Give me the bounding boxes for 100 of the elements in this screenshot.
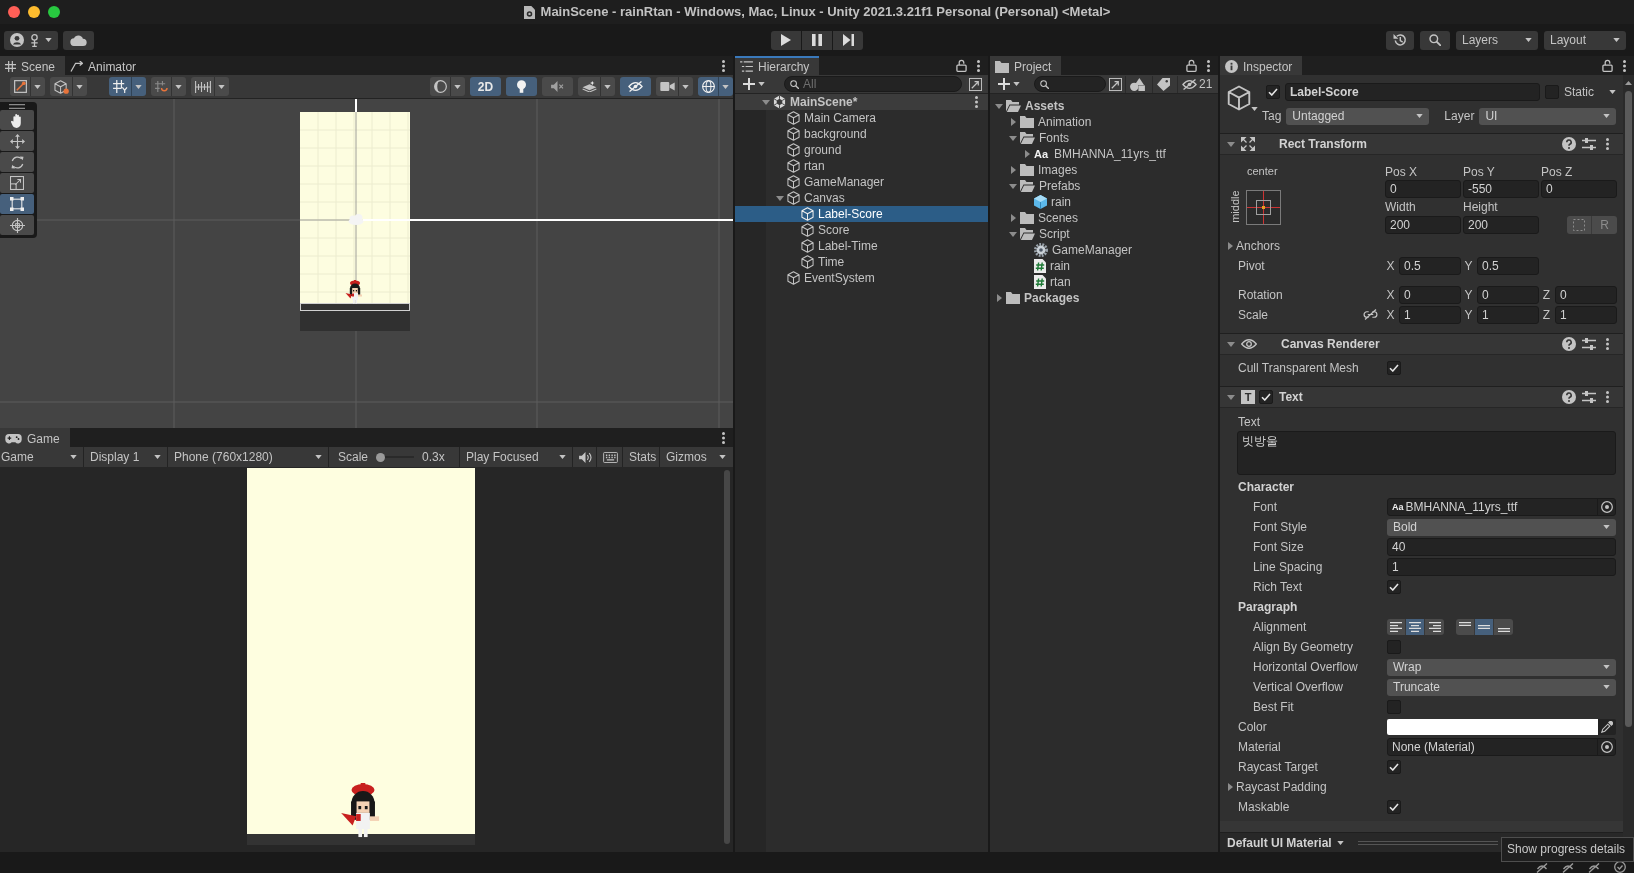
close-button[interactable]	[8, 6, 20, 18]
tree-item[interactable]: Canvas	[735, 190, 988, 206]
lighting-toggle[interactable]	[506, 77, 537, 96]
sliders-icon[interactable]	[1582, 337, 1596, 351]
tree-item[interactable]: Images	[990, 162, 1218, 178]
grid-button[interactable]	[191, 77, 229, 96]
tree-item[interactable]: GameManager	[990, 242, 1218, 258]
down-triangle-icon[interactable]	[762, 99, 770, 105]
panel-tab[interactable]: Game	[0, 428, 70, 447]
help-icon[interactable]	[1562, 137, 1576, 151]
name-field[interactable]: Label-Score	[1285, 83, 1540, 101]
color-swatch[interactable]	[1387, 719, 1598, 735]
tree-item[interactable]: Scenes	[990, 210, 1218, 226]
tree-item[interactable]: ground	[735, 142, 988, 158]
more-options-icon[interactable]	[1623, 59, 1626, 72]
grip-icon[interactable]	[9, 104, 25, 109]
number-field[interactable]: 0	[1541, 180, 1617, 198]
down-triangle-icon[interactable]	[776, 195, 784, 201]
sliders-icon[interactable]	[1582, 137, 1596, 151]
align-button[interactable]	[1387, 619, 1406, 635]
dropdown[interactable]: Truncate	[1387, 678, 1616, 696]
visibility-toggle[interactable]	[620, 77, 651, 96]
number-field[interactable]: 200	[1463, 216, 1539, 234]
tree-item[interactable]: MainScene*	[735, 94, 988, 110]
more-options-icon[interactable]	[1606, 338, 1609, 350]
more-options-icon[interactable]	[1606, 138, 1609, 150]
view-2d-toggle[interactable]: 2D	[470, 77, 501, 96]
effects-button[interactable]	[578, 77, 615, 96]
gizmos-button[interactable]	[698, 77, 733, 96]
scrollbar-thumb[interactable]	[1625, 91, 1632, 727]
tree-item[interactable]: Score	[735, 222, 988, 238]
number-field[interactable]: 40	[1387, 538, 1616, 556]
panel-tab[interactable]: Inspector	[1220, 56, 1303, 75]
search-field[interactable]: All	[784, 76, 963, 92]
tree-item[interactable]: rtan	[735, 158, 988, 174]
right-triangle-icon[interactable]	[1010, 214, 1016, 222]
scroll-up-icon[interactable]	[1625, 81, 1632, 85]
draw-mode-button[interactable]	[10, 77, 45, 96]
lock-icon[interactable]	[1186, 59, 1197, 72]
rotate-tool-button[interactable]	[0, 152, 34, 172]
tree-item[interactable]: Packages	[990, 290, 1218, 306]
shading-button[interactable]	[50, 77, 87, 96]
right-triangle-icon[interactable]	[1228, 242, 1233, 250]
checkbox[interactable]	[1387, 800, 1401, 814]
zoom-button[interactable]	[48, 6, 60, 18]
slashed-icon[interactable]	[1588, 863, 1600, 873]
tree-item[interactable]: rain	[990, 194, 1218, 210]
align-button[interactable]	[1494, 619, 1513, 635]
down-triangle-icon[interactable]	[1009, 183, 1017, 189]
cloud-button[interactable]	[63, 30, 94, 50]
tree-item[interactable]: Fonts	[990, 130, 1218, 146]
more-options-icon[interactable]	[977, 59, 980, 72]
tree-item[interactable]: Prefabs	[990, 178, 1218, 194]
sliders-icon[interactable]	[1582, 390, 1596, 404]
search-field[interactable]	[1034, 76, 1106, 92]
scale-tool-button[interactable]	[0, 173, 34, 193]
number-field[interactable]: 0.5	[1399, 257, 1461, 275]
hidden-packages-button[interactable]: 21	[1177, 75, 1217, 93]
tree-item[interactable]: Script	[990, 226, 1218, 242]
move-tool-button[interactable]	[0, 131, 34, 151]
down-triangle-icon[interactable]	[1227, 141, 1235, 147]
down-triangle-icon[interactable]	[1009, 231, 1017, 237]
object-field[interactable]: Aa BMHANNA_11yrs_ttf	[1387, 498, 1616, 516]
grid-snap-button[interactable]	[109, 77, 146, 96]
number-field[interactable]: 1	[1399, 306, 1461, 324]
number-field[interactable]: 0	[1399, 286, 1461, 304]
help-icon[interactable]	[1562, 337, 1576, 351]
eyedropper-button[interactable]	[1598, 719, 1616, 735]
more-options-icon[interactable]	[1606, 391, 1609, 403]
scene-view[interactable]	[0, 99, 733, 428]
right-triangle-icon[interactable]	[996, 294, 1002, 302]
check-circle-icon[interactable]	[1614, 861, 1626, 873]
more-options-icon[interactable]	[722, 431, 725, 444]
gizmos-dropdown[interactable]: Gizmos	[660, 447, 732, 467]
account-button[interactable]	[4, 30, 58, 50]
increment-snap-button[interactable]	[151, 77, 186, 96]
object-picker-icon[interactable]	[1600, 741, 1613, 753]
tree-item[interactable]: Assets	[990, 98, 1218, 114]
checkbox[interactable]	[1259, 390, 1273, 404]
object-picker-icon[interactable]	[1600, 501, 1613, 513]
hand-tool-button[interactable]	[0, 110, 34, 130]
down-triangle-icon[interactable]	[1227, 341, 1235, 347]
tree-item[interactable]: Label-Score	[735, 206, 988, 222]
number-field[interactable]: 0	[1555, 286, 1617, 304]
down-triangle-icon[interactable]	[995, 103, 1003, 109]
align-button[interactable]	[1406, 619, 1425, 635]
more-options-icon[interactable]	[1207, 59, 1210, 72]
align-button[interactable]	[1425, 619, 1444, 635]
component-header[interactable]: Rect Transform	[1220, 134, 1623, 155]
dropdown[interactable]: Bold	[1387, 518, 1616, 536]
checkbox[interactable]	[1387, 760, 1401, 774]
anchor-preset-icon[interactable]	[1246, 189, 1281, 225]
down-triangle-icon[interactable]	[1009, 135, 1017, 141]
slashed-icon[interactable]	[1562, 863, 1574, 873]
checkbox[interactable]	[1387, 580, 1401, 594]
static-dropdown[interactable]: Static	[1564, 83, 1616, 101]
foldout-label[interactable]: Raycast Padding	[1220, 778, 1387, 796]
minimize-button[interactable]	[28, 6, 40, 18]
tree-item[interactable]: Main Camera	[735, 110, 988, 126]
unlinked-icon[interactable]	[1363, 309, 1378, 321]
